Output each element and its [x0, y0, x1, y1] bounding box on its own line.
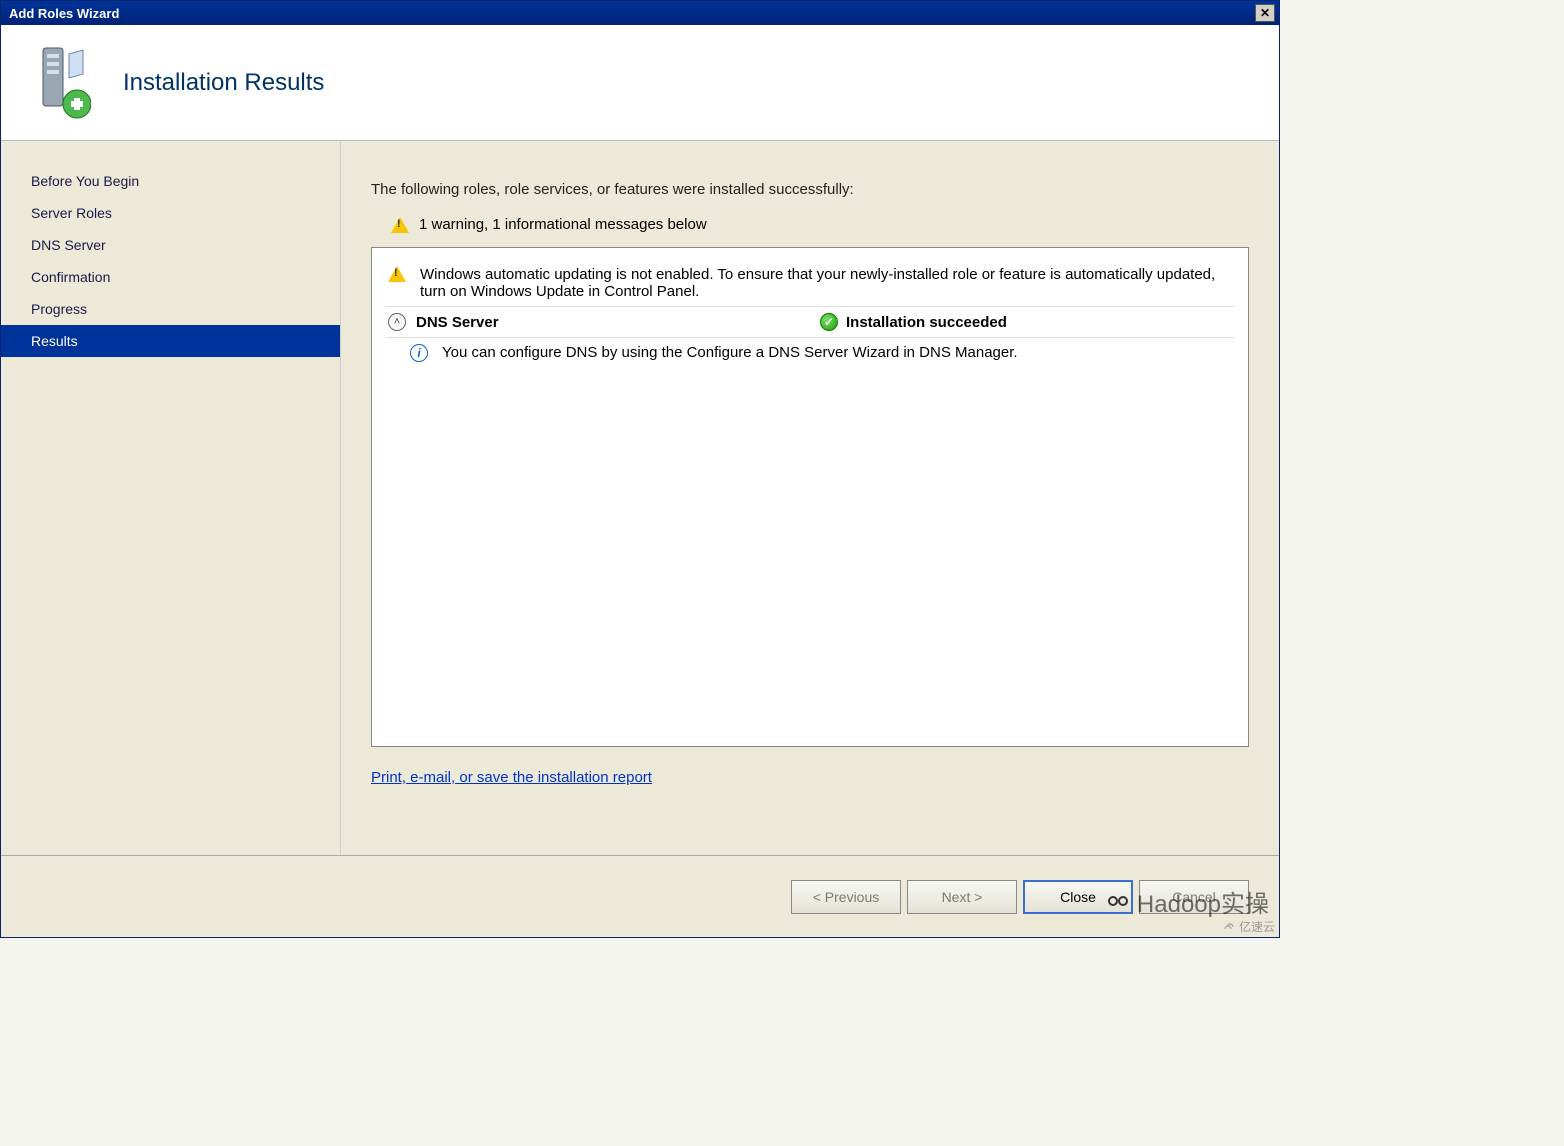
warning-row: Windows automatic updating is not enable…	[386, 260, 1234, 306]
warning-icon	[388, 266, 410, 286]
installation-report-link[interactable]: Print, e-mail, or save the installation …	[371, 769, 652, 786]
success-icon: ✓	[820, 313, 838, 331]
results-panel: Windows automatic updating is not enable…	[371, 247, 1249, 747]
sidebar-item-confirmation[interactable]: Confirmation	[1, 261, 340, 293]
role-status: Installation succeeded	[846, 314, 1007, 331]
sidebar-item-results[interactable]: Results	[1, 325, 340, 357]
info-row: i You can configure DNS by using the Con…	[386, 338, 1234, 368]
sidebar-item-progress[interactable]: Progress	[1, 293, 340, 325]
close-window-button[interactable]: ✕	[1255, 4, 1275, 22]
role-result-row: ˄ DNS Server ✓ Installation succeeded	[386, 306, 1234, 338]
intro-text: The following roles, role services, or f…	[371, 181, 1249, 198]
wizard-header: Installation Results	[1, 25, 1279, 141]
titlebar: Add Roles Wizard ✕	[1, 1, 1279, 25]
corner-badge-text: 亿速云	[1239, 918, 1275, 935]
wizard-main: The following roles, role services, or f…	[341, 141, 1279, 855]
collapse-icon[interactable]: ˄	[388, 313, 406, 331]
sidebar-item-server-roles[interactable]: Server Roles	[1, 197, 340, 229]
wizard-window: Add Roles Wizard ✕ Installation Results …	[0, 0, 1280, 938]
cancel-button: Cancel	[1139, 880, 1249, 914]
report-link-row: Print, e-mail, or save the installation …	[371, 769, 1249, 786]
summary-text: 1 warning, 1 informational messages belo…	[419, 216, 707, 233]
server-role-icon	[21, 42, 91, 123]
warning-icon	[391, 217, 409, 233]
wizard-body: Before You Begin Server Roles DNS Server…	[1, 141, 1279, 855]
corner-badge: 亿速云	[1217, 916, 1279, 937]
sidebar-item-dns-server[interactable]: DNS Server	[1, 229, 340, 261]
info-icon: i	[410, 344, 432, 362]
sidebar-item-before-you-begin[interactable]: Before You Begin	[1, 165, 340, 197]
info-text: You can configure DNS by using the Confi…	[442, 344, 1018, 361]
page-title: Installation Results	[123, 69, 324, 97]
warning-text: Windows automatic updating is not enable…	[420, 266, 1232, 300]
previous-button: < Previous	[791, 880, 901, 914]
wizard-footer: < Previous Next > Close Cancel	[1, 855, 1279, 937]
next-button: Next >	[907, 880, 1017, 914]
close-button[interactable]: Close	[1023, 880, 1133, 914]
role-name: DNS Server	[416, 314, 499, 331]
wizard-sidebar: Before You Begin Server Roles DNS Server…	[1, 141, 341, 855]
window-title: Add Roles Wizard	[5, 6, 119, 21]
summary-line: 1 warning, 1 informational messages belo…	[391, 216, 1249, 233]
